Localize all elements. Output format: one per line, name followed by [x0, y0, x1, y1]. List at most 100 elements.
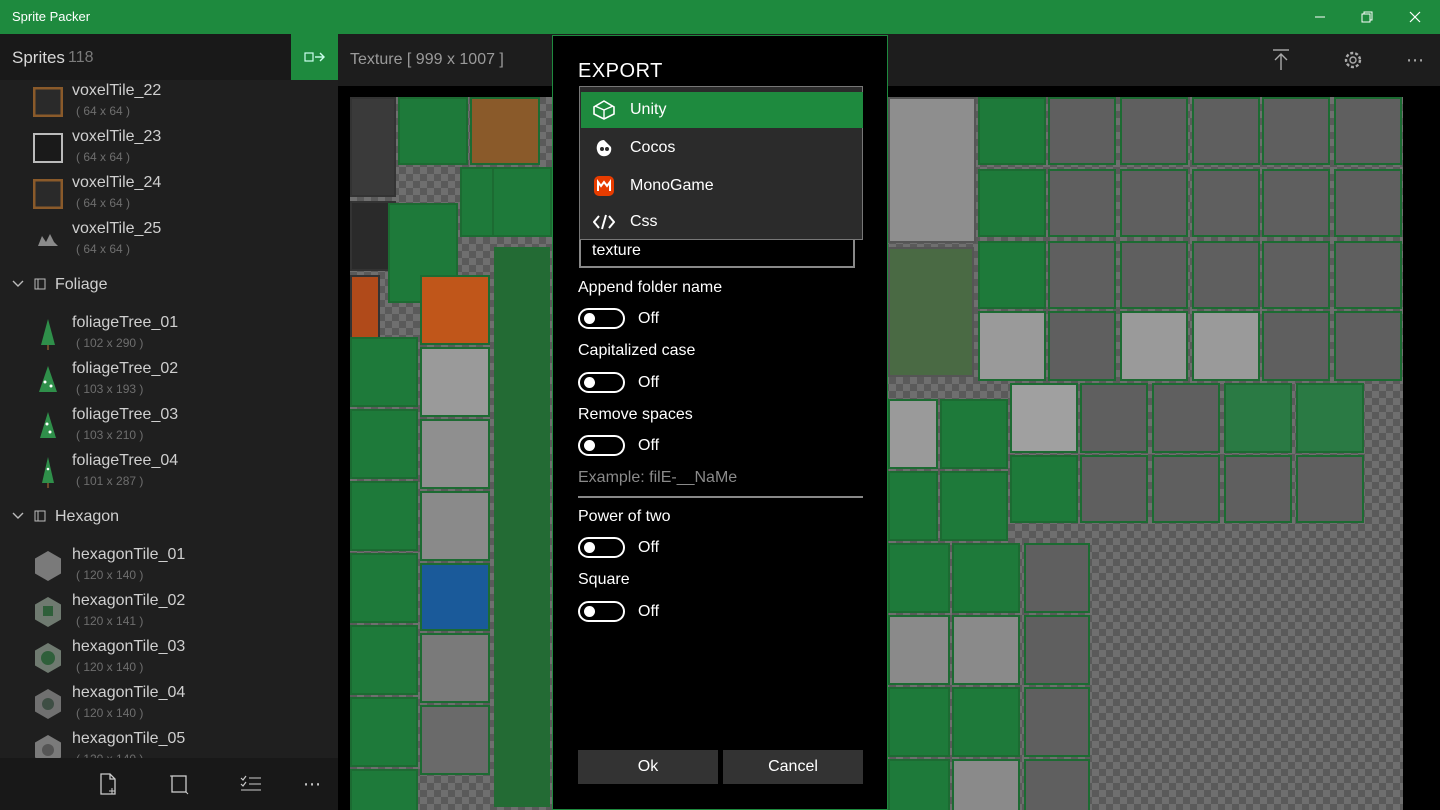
sprite-name: foliageTree_02: [72, 360, 179, 377]
sprite-tile: [470, 97, 540, 165]
sprite-item[interactable]: hexagonTile_02 ( 120 x 141 ): [0, 590, 338, 636]
sprite-tile: [952, 687, 1020, 757]
sprite-tile: [420, 705, 490, 775]
sprite-tile: [350, 697, 418, 767]
sprite-item[interactable]: voxelTile_23 ( 64 x 64 ): [0, 126, 338, 172]
toggle-knob: [584, 606, 595, 617]
sprite-tile: [1296, 383, 1364, 453]
sprite-tile: [1224, 383, 1292, 453]
toggle-knob: [584, 377, 595, 388]
sprite-tile: [1024, 615, 1090, 685]
sprite-name: hexagonTile_02: [72, 592, 186, 609]
sprite-name: hexagonTile_04: [72, 684, 186, 701]
sprite-tile: [1120, 169, 1188, 237]
sprite-tile: [1048, 169, 1116, 237]
sprite-item[interactable]: hexagonTile_04 ( 120 x 140 ): [0, 682, 338, 728]
sprite-tile: [1334, 97, 1402, 165]
sprite-thumbnail: [30, 130, 66, 166]
more-button[interactable]: ⋯: [297, 770, 327, 798]
sprite-tile: [1080, 383, 1148, 453]
sprite-thumbnail: [30, 316, 66, 352]
sprite-tile: [1192, 169, 1260, 237]
checklist-button[interactable]: [236, 770, 266, 798]
collapse-sidebar-button[interactable]: [291, 34, 338, 80]
gear-icon: [1344, 51, 1362, 69]
sprite-item[interactable]: hexagonTile_01 ( 120 x 140 ): [0, 544, 338, 590]
toggle-state: Off: [638, 310, 660, 327]
example-field[interactable]: Example: filE-__NaMe: [578, 466, 863, 498]
crop-button[interactable]: [164, 770, 194, 798]
group-label: Hexagon: [55, 508, 120, 525]
toggle-knob: [584, 440, 595, 451]
format-label: MonoGame: [630, 177, 714, 194]
settings-button[interactable]: [1338, 46, 1368, 74]
toggle-capitalized[interactable]: [578, 372, 625, 393]
close-button[interactable]: [1392, 0, 1438, 34]
toggle-remove-spaces[interactable]: [578, 435, 625, 456]
sprite-tile: [1262, 311, 1330, 381]
checklist-icon: [240, 775, 261, 791]
sprite-tile: [978, 97, 1046, 165]
sprite-tile: [940, 471, 1008, 541]
sprite-name: hexagonTile_03: [72, 638, 186, 655]
toggle-state: Off: [638, 437, 660, 454]
sprite-tile: [350, 97, 396, 197]
sprite-thumbnail: [30, 686, 66, 722]
sprite-tile: [1152, 455, 1220, 523]
sprite-tile: [1334, 311, 1402, 381]
sprite-item[interactable]: voxelTile_24 ( 64 x 64 ): [0, 172, 338, 218]
option-label-capitalized: Capitalized case: [578, 342, 696, 359]
format-option-css[interactable]: Css: [581, 204, 863, 240]
sprite-item[interactable]: voxelTile_25 ( 64 x 64 ): [0, 218, 338, 264]
sprite-tile: [1024, 759, 1090, 810]
title-bar: Sprite Packer: [0, 0, 1440, 34]
group-header-hexagon[interactable]: Hexagon: [0, 502, 338, 532]
sprite-tile: [1120, 241, 1188, 309]
sprite-item[interactable]: voxelTile_22 ( 64 x 64 ): [0, 80, 338, 126]
new-file-button[interactable]: [93, 770, 123, 798]
sprite-tile: [888, 759, 950, 810]
chevron-down-icon: [12, 512, 24, 519]
sprite-item[interactable]: foliageTree_03 ( 103 x 210 ): [0, 404, 338, 450]
sprite-count: 118: [68, 49, 94, 66]
sprite-tile: [1010, 383, 1078, 453]
sprite-tile: [952, 615, 1020, 685]
sprite-tile: [1080, 455, 1148, 523]
folder-icon: [34, 510, 46, 522]
toggle-square[interactable]: [578, 601, 625, 622]
sprite-dims: ( 120 x 141 ): [76, 614, 144, 628]
restore-button[interactable]: [1344, 0, 1390, 34]
more-options-button[interactable]: ⋯: [1400, 46, 1430, 74]
sprite-item[interactable]: foliageTree_01 ( 102 x 290 ): [0, 312, 338, 358]
minimize-button[interactable]: [1297, 0, 1343, 34]
sprite-item[interactable]: hexagonTile_03 ( 120 x 140 ): [0, 636, 338, 682]
sprite-dims: ( 120 x 140 ): [76, 568, 144, 582]
restore-icon: [1361, 11, 1373, 23]
format-option-cocos[interactable]: Cocos: [581, 130, 863, 166]
code-icon: [593, 212, 615, 232]
format-option-unity[interactable]: Unity: [581, 92, 863, 128]
toggle-state: Off: [638, 374, 660, 391]
format-label: Cocos: [630, 139, 676, 156]
more-icon: ⋯: [303, 773, 321, 794]
sprites-sidebar: Sprites 118 voxelTile_22 ( 64 x 64 ) vox…: [0, 34, 338, 810]
dialog-title: EXPORT: [578, 60, 663, 82]
sprite-tile: [952, 759, 1020, 810]
cancel-button[interactable]: Cancel: [723, 750, 863, 784]
app-title: Sprite Packer: [12, 9, 91, 24]
sprite-tile: [350, 769, 418, 810]
format-dropdown-list[interactable]: Unity Cocos MonoGame Css: [579, 86, 863, 240]
monogame-icon: [593, 176, 615, 196]
ok-button[interactable]: Ok: [578, 750, 718, 784]
toggle-append-folder[interactable]: [578, 308, 625, 329]
export-button[interactable]: [1266, 46, 1296, 74]
format-option-monogame[interactable]: MonoGame: [581, 168, 863, 204]
sprite-dims: ( 120 x 140 ): [76, 660, 144, 674]
sprite-item[interactable]: foliageTree_02 ( 103 x 193 ): [0, 358, 338, 404]
group-header-foliage[interactable]: Foliage: [0, 270, 338, 300]
toggle-power-of-two[interactable]: [578, 537, 625, 558]
format-label: Unity: [630, 101, 667, 118]
sprite-tile: [1192, 311, 1260, 381]
sprite-item[interactable]: foliageTree_04 ( 101 x 287 ): [0, 450, 338, 496]
new-file-icon: [100, 773, 116, 795]
